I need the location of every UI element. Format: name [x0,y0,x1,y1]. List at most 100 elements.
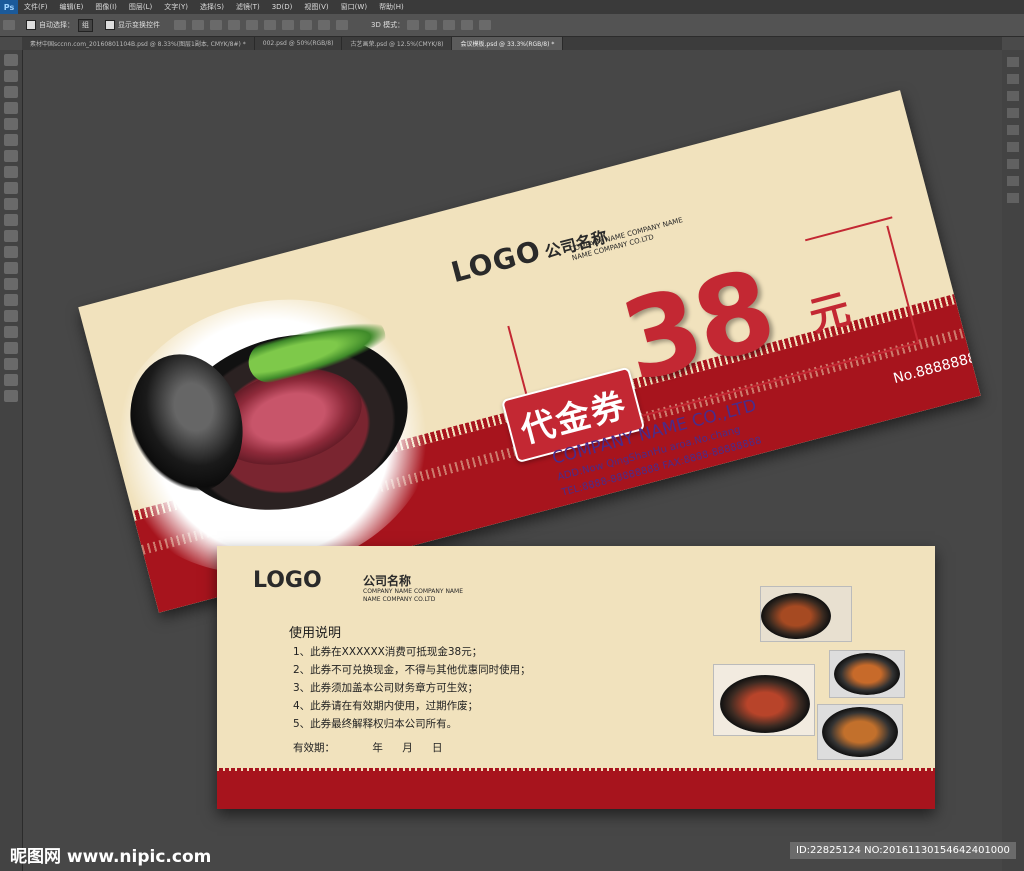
zoom-tool-icon[interactable] [4,358,18,370]
company-name-en-line1: COMPANY NAME COMPANY NAME [363,588,464,595]
align-middle-icon[interactable] [192,20,204,30]
shape-tool-icon[interactable] [4,326,18,338]
3d-scale-icon[interactable] [479,20,492,30]
menu-type[interactable]: 文字(Y) [158,2,194,12]
3d-pan-icon[interactable] [443,20,456,30]
rule-4: 4、此券请在有效期内使用，过期作废； [293,700,479,712]
move-tool-icon[interactable] [3,20,15,30]
dish-photo-1 [760,586,852,642]
company-name-en-line2: NAME COMPANY CO.LTD [363,596,436,603]
photoshop-logo-icon[interactable]: Ps [0,0,18,14]
show-transform-checkbox[interactable] [105,20,115,30]
hand-tool-icon[interactable] [4,342,18,354]
distribute-icon[interactable] [282,20,294,30]
menu-view[interactable]: 视图(V) [298,2,334,12]
paths-panel-icon[interactable] [1007,159,1019,169]
align-center-icon[interactable] [246,20,258,30]
document-tabs: 素材中国sccnn.com_20160801104B.psd @ 8.33%(图… [22,37,1002,50]
align-top-icon[interactable] [174,20,186,30]
stamp-tool-icon[interactable] [4,182,18,194]
marquee-tool-icon[interactable] [4,70,18,82]
eraser-tool-icon[interactable] [4,214,18,226]
options-bar: 自动选择： 组 显示变换控件 3D 模式： [0,14,1024,37]
nipic-watermark: 昵图网 www.nipic.com [10,842,211,867]
validity-year: 年 [372,742,383,754]
rule-5: 5、此券最终解释权归本公司所有。 [293,718,458,730]
menu-edit[interactable]: 编辑(E) [54,2,90,12]
distribute-4-icon[interactable] [336,20,348,30]
auto-select-label: 自动选择： [39,21,74,29]
history-brush-tool-icon[interactable] [4,198,18,210]
gradient-tool-icon[interactable] [4,230,18,242]
3d-rotate-icon[interactable] [407,20,420,30]
validity-month: 月 [402,742,413,754]
menu-3d[interactable]: 3D(D) [266,3,299,11]
voucher-back: LOGO 公司名称 COMPANY NAME COMPANY NAME NAME… [217,546,935,809]
panels-dock [1001,50,1024,871]
back-logo-block: LOGO 公司名称 COMPANY NAME COMPANY NAME NAME… [253,568,463,603]
quick-mask-icon[interactable] [4,390,18,402]
tools-panel [0,50,23,871]
menu-filter[interactable]: 滤镜(T) [230,2,266,12]
menu-window[interactable]: 窗口(W) [335,2,373,12]
menu-bar: Ps 文件(F) 编辑(E) 图像(I) 图层(L) 文字(Y) 选择(S) 滤… [0,0,1024,14]
properties-panel-icon[interactable] [1007,74,1019,84]
rule-3: 3、此券须加盖本公司财务章方可生效； [293,682,479,694]
history-panel-icon[interactable] [1007,57,1019,67]
validity-day: 日 [432,742,443,754]
show-transform-label: 显示变换控件 [118,21,160,29]
front-logo-block: LOGO公司名称 COMPANY NAME COMPANY NAME NAME … [447,216,684,290]
menu-help[interactable]: 帮助(H) [373,2,410,12]
dish-photo-2 [829,650,905,698]
align-right-icon[interactable] [264,20,276,30]
validity-label: 有效期： [293,742,335,754]
tab-document-2[interactable]: 002.psd @ 50%(RGB/8) [255,37,343,50]
instructions-title: 使用说明 [289,626,342,641]
validity-line: 有效期： 年 月 日 [293,740,443,755]
rule-2: 2、此券不可兑换现金，不得与其他优惠同时使用； [293,664,531,676]
distribute-3-icon[interactable] [318,20,330,30]
paragraph-panel-icon[interactable] [1007,193,1019,203]
move-tool-icon[interactable] [4,54,18,66]
healing-tool-icon[interactable] [4,150,18,162]
watermark-brand: 昵图网 [10,847,61,867]
logo-text: LOGO [447,233,545,290]
menu-image[interactable]: 图像(I) [89,2,123,12]
menu-select[interactable]: 选择(S) [194,2,230,12]
lasso-tool-icon[interactable] [4,86,18,98]
menu-file[interactable]: 文件(F) [18,2,54,12]
align-bottom-icon[interactable] [210,20,222,30]
eyedropper-tool-icon[interactable] [4,134,18,146]
logo-text: LOGO [253,568,322,593]
tab-document-3[interactable]: 古艺画荣.psd @ 12.5%(CMYK/8) [342,37,453,50]
menu-layer[interactable]: 图层(L) [123,2,158,12]
dish-photo-3 [713,664,815,736]
dish-photo-4 [817,704,903,760]
quick-select-tool-icon[interactable] [4,102,18,114]
auto-select-dropdown[interactable]: 组 [78,18,93,32]
swatches-panel-icon[interactable] [1007,108,1019,118]
tab-document-4[interactable]: 会议模板.psd @ 33.3%(RGB/8) * [452,37,564,50]
character-panel-icon[interactable] [1007,176,1019,186]
channels-panel-icon[interactable] [1007,142,1019,152]
layers-panel-icon[interactable] [1007,125,1019,135]
3d-slide-icon[interactable] [461,20,474,30]
color-swatch-icon[interactable] [4,374,18,386]
dodge-tool-icon[interactable] [4,262,18,274]
company-name-cn: 公司名称 [363,574,412,588]
3d-roll-icon[interactable] [425,20,438,30]
type-tool-icon[interactable] [4,294,18,306]
tab-document-1[interactable]: 素材中国sccnn.com_20160801104B.psd @ 8.33%(图… [22,37,255,50]
mode-3d-label: 3D 模式： [371,21,405,29]
pen-tool-icon[interactable] [4,278,18,290]
path-select-tool-icon[interactable] [4,310,18,322]
color-panel-icon[interactable] [1007,91,1019,101]
red-band [217,771,935,809]
align-left-icon[interactable] [228,20,240,30]
brush-tool-icon[interactable] [4,166,18,178]
blur-tool-icon[interactable] [4,246,18,258]
watermark-url: www.nipic.com [66,847,212,867]
distribute-2-icon[interactable] [300,20,312,30]
crop-tool-icon[interactable] [4,118,18,130]
auto-select-checkbox[interactable] [26,20,36,30]
